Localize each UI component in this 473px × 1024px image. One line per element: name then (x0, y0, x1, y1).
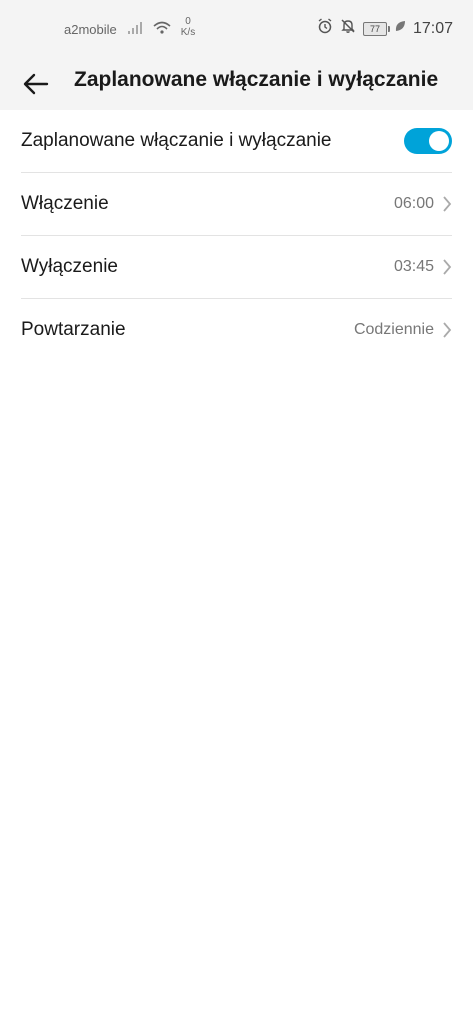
battery-level: 77 (369, 23, 380, 34)
alarm-icon (317, 18, 333, 39)
power-off-time: 03:45 (393, 258, 434, 275)
status-bar-right: 77 17:07 (317, 18, 453, 39)
app-bar: Zaplanowane włączanie i wyłączanie (0, 58, 473, 110)
bell-off-icon (340, 18, 356, 39)
power-on-right: 06:00 (394, 195, 452, 213)
status-bar: a2mobile 0 K/s 77 17:07 (0, 0, 473, 58)
repeat-value: Codziennie (353, 321, 434, 338)
page-title: Zaplanowane włączanie i wyłączanie (74, 68, 439, 91)
power-on-label: Włączenie (21, 193, 109, 214)
carrier-name: a2mobile (64, 21, 117, 37)
power-off-label: Wyłączenie (21, 256, 118, 277)
scheduled-power-toggle[interactable] (404, 128, 452, 154)
back-button[interactable] (14, 62, 58, 106)
repeat-row[interactable]: Powtarzanie Codziennie (21, 299, 452, 361)
power-on-row[interactable]: Włączenie 06:00 (21, 173, 452, 236)
settings-list: Zaplanowane włączanie i wyłączanie Włącz… (0, 110, 473, 361)
repeat-label: Powtarzanie (21, 319, 126, 340)
speed-value: 0 (185, 16, 191, 27)
scheduled-power-toggle-row[interactable]: Zaplanowane włączanie i wyłączanie (21, 110, 452, 173)
leaf-icon (394, 19, 406, 38)
chevron-right-icon (442, 322, 452, 338)
power-off-right: 03:45 (394, 258, 452, 276)
speed-unit: K/s (180, 27, 196, 38)
status-bar-left: a2mobile 0 K/s (64, 16, 195, 38)
scheduled-power-label: Zaplanowane włączanie i wyłączanie (21, 130, 332, 151)
signal-icon (127, 21, 143, 38)
repeat-right: Codziennie (354, 321, 452, 339)
power-off-row[interactable]: Wyłączenie 03:45 (21, 236, 452, 299)
battery-icon: 77 (362, 21, 390, 36)
wifi-icon (153, 21, 171, 38)
chevron-right-icon (442, 196, 452, 212)
clock: 17:07 (412, 19, 453, 37)
toggle-knob (429, 131, 449, 151)
chevron-right-icon (442, 259, 452, 275)
network-speed: 0 K/s (181, 16, 195, 38)
back-arrow-icon (23, 73, 49, 95)
power-on-time: 06:00 (393, 195, 434, 212)
